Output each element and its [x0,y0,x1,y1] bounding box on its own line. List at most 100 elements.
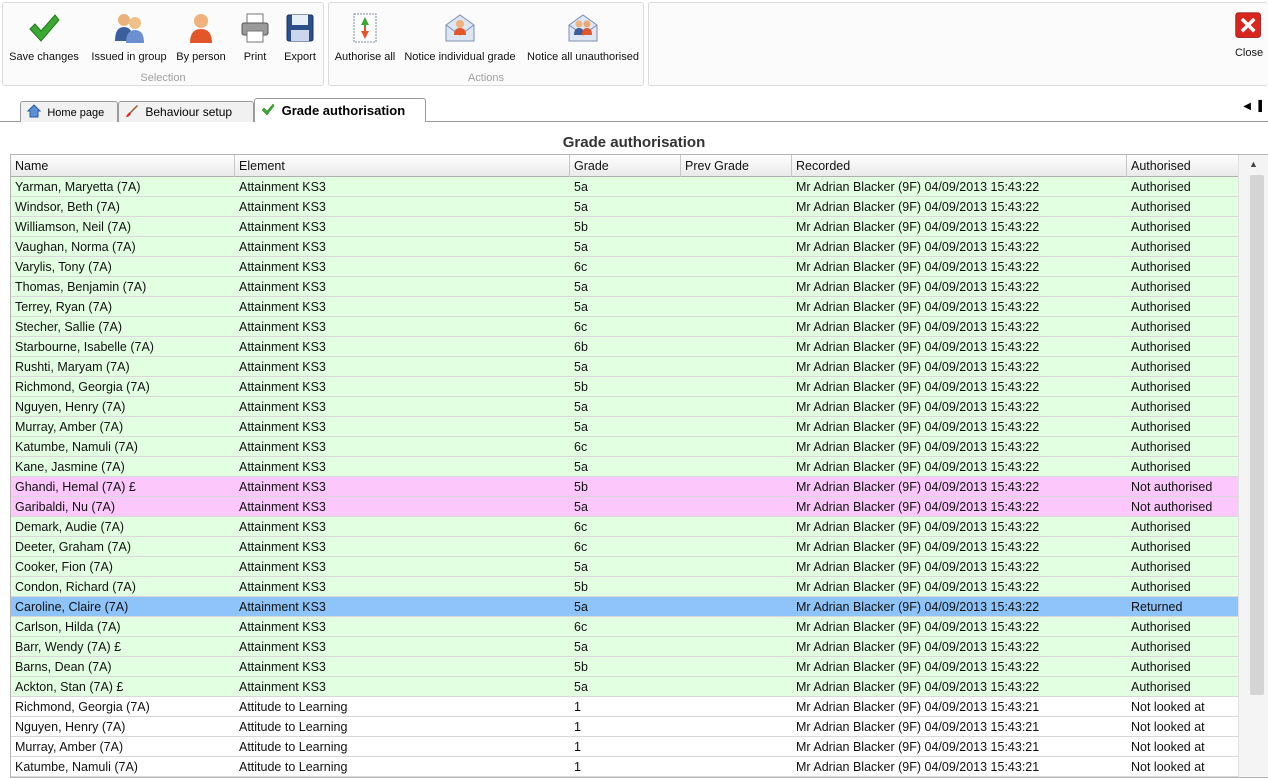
cell-element: Attainment KS3 [239,620,326,634]
export-button[interactable]: Export [279,9,321,67]
vertical-scrollbar[interactable]: ▲ [1238,155,1268,777]
cell-authorised: Authorised [1131,320,1191,334]
cell-recorded: Mr Adrian Blacker (9F) 04/09/2013 15:43:… [796,480,1040,494]
cell-grade: 5b [574,660,588,674]
cell-element: Attainment KS3 [239,500,326,514]
table-row[interactable]: Rushti, Maryam (7A) Attainment KS3 5a Mr Ad… [11,357,1239,377]
table-row[interactable]: Vaughan, Norma (7A) Attainment KS3 5a Mr Ad… [11,237,1239,257]
print-button[interactable]: Print [235,9,275,67]
table-row[interactable]: Terrey, Ryan (7A) Attainment KS3 5a Mr Adri… [11,297,1239,317]
notice-individual-grade-button[interactable]: Notice individual grade [403,9,517,67]
table-row[interactable]: Starbourne, Isabelle (7A) Attainment KS3 6… [11,337,1239,357]
notice-all-unauthorised-button[interactable]: Notice all unauthorised [525,9,641,67]
table-row[interactable]: Kane, Jasmine (7A) Attainment KS3 5a Mr Adr… [11,457,1239,477]
cell-grade: 6c [574,520,588,534]
authorise-all-label: Authorise all [334,51,396,63]
cell-grade: 1 [574,700,581,714]
column-header-recorded[interactable]: Recorded [792,155,1127,177]
home-icon [27,104,41,118]
table-row[interactable]: Cooker, Fion (7A) Attainment KS3 5a Mr Adri… [11,557,1239,577]
cell-grade: 5a [574,300,588,314]
cell-element: Attainment KS3 [239,540,326,554]
cell-element: Attainment KS3 [239,240,326,254]
column-header-prev-grade[interactable]: Prev Grade [681,155,792,177]
cell-grade: 5b [574,380,588,394]
table-row[interactable]: Windsor, Beth (7A) Attainment KS3 5a Mr Adr… [11,197,1239,217]
table-row[interactable]: Condon, Richard (7A) Attainment KS3 5b Mr A… [11,577,1239,597]
close-button[interactable]: Close [1229,9,1268,67]
table-row[interactable]: Richmond, Georgia (7A) Attainment KS3 5b Mr… [11,377,1239,397]
cell-name: Nguyen, Henry (7A) [15,720,126,734]
cell-recorded: Mr Adrian Blacker (9F) 04/09/2013 15:43:… [796,400,1040,414]
cell-name: Murray, Amber (7A) [15,740,124,754]
cell-recorded: Mr Adrian Blacker (9F) 04/09/2013 15:43:… [796,600,1040,614]
cell-authorised: Authorised [1131,640,1191,654]
cell-recorded: Mr Adrian Blacker (9F) 04/09/2013 15:43:… [796,540,1040,554]
cell-recorded: Mr Adrian Blacker (9F) 04/09/2013 15:43:… [796,620,1040,634]
cell-authorised: Authorised [1131,680,1191,694]
cell-recorded: Mr Adrian Blacker (9F) 04/09/2013 15:43:… [796,640,1040,654]
scroll-up-arrow-icon[interactable]: ▲ [1249,159,1258,169]
table-row[interactable]: Ghandi, Hemal (7A) £ Attainment KS3 5b Mr A… [11,477,1239,497]
cell-grade: 6c [574,260,588,274]
table-row[interactable]: Williamson, Neil (7A) Attainment KS3 5b Mr … [11,217,1239,237]
table-row[interactable]: Demark, Audie (7A) Attainment KS3 6c Mr Adr… [11,517,1239,537]
authorise-all-button[interactable]: Authorise all [333,9,397,67]
table-row[interactable]: Murray, Amber (7A) Attitude to Learning 1 M… [11,737,1239,757]
cell-prev-grade [681,297,685,316]
cell-grade: 6c [574,540,588,554]
cell-element: Attainment KS3 [239,480,326,494]
table-row[interactable]: Katumbe, Namuli (7A) Attitude to Learning… [11,757,1239,777]
table-row[interactable]: Thomas, Benjamin (7A) Attainment KS3 5a Mr … [11,277,1239,297]
cell-prev-grade [681,757,685,776]
envelope-person-icon [445,14,475,42]
column-header-grade[interactable]: Grade [570,155,681,177]
cell-name: Carlson, Hilda (7A) [15,620,121,634]
column-header-name[interactable]: Name [11,155,235,177]
cell-recorded: Mr Adrian Blacker (9F) 04/09/2013 15:43:… [796,580,1040,594]
table-row[interactable]: Caroline, Claire (7A) Attainment KS3 5a Mr … [11,597,1239,617]
cell-recorded: Mr Adrian Blacker (9F) 04/09/2013 15:43:… [796,760,1040,774]
table-row[interactable]: Ackton, Stan (7A) £ Attainment KS3 5a Mr Ad… [11,677,1239,697]
table-row[interactable]: Barr, Wendy (7A) £ Attainment KS3 5a Mr Adr… [11,637,1239,657]
table-row[interactable]: Richmond, Georgia (7A) Attitude to Learni… [11,697,1239,717]
grid-title: Grade authorisation [562,134,706,151]
table-row[interactable]: Carlson, Hilda (7A) Attainment KS3 6c Mr Ad… [11,617,1239,637]
cell-grade: 1 [574,720,581,734]
cell-recorded: Mr Adrian Blacker (9F) 04/09/2013 15:43:… [796,340,1040,354]
table-row[interactable]: Deeter, Graham (7A) Attainment KS3 6c Mr Ad… [11,537,1239,557]
table-row[interactable]: Barns, Dean (7A) Attainment KS3 5b Mr Adria… [11,657,1239,677]
cell-recorded: Mr Adrian Blacker (9F) 04/09/2013 15:43:… [796,180,1040,194]
print-label: Print [243,51,267,63]
table-row[interactable]: Yarman, Maryetta (7A) Attainment KS3 5a Mr … [11,177,1239,197]
column-header-authorised[interactable]: Authorised [1127,155,1239,177]
table-row[interactable]: Varylis, Tony (7A) Attainment KS3 6c Mr Adr… [11,257,1239,277]
table-row[interactable]: Stecher, Sallie (7A) Attainment KS3 6c Mr A… [11,317,1239,337]
cell-prev-grade [681,217,685,236]
cell-authorised: Authorised [1131,200,1191,214]
tab-behaviour-setup[interactable]: Behaviour setup [118,101,254,122]
tab-home-page-label: Home page [47,107,105,119]
cell-prev-grade [681,377,685,396]
cell-recorded: Mr Adrian Blacker (9F) 04/09/2013 15:43:… [796,460,1040,474]
tab-home-page[interactable]: Home page [20,101,118,122]
cell-element: Attainment KS3 [239,600,326,614]
issued-in-group-button[interactable]: Issued in group [89,9,169,67]
cell-name: Windsor, Beth (7A) [15,200,120,214]
table-row[interactable]: Nguyen, Henry (7A) Attainment KS3 5a Mr Adr… [11,397,1239,417]
cell-authorised: Not authorised [1131,500,1213,514]
table-row[interactable]: Nguyen, Henry (7A) Attitude to Learning 1 M… [11,717,1239,737]
tab-scroll-arrows[interactable]: ◀▐ [1243,101,1266,112]
cell-grade: 5a [574,420,588,434]
save-changes-button[interactable]: Save changes [7,9,81,67]
table-row[interactable]: Murray, Amber (7A) Attainment KS3 5a Mr Adr… [11,417,1239,437]
cell-grade: 5a [574,600,588,614]
cell-prev-grade [681,317,685,336]
by-person-button[interactable]: By person [173,9,229,67]
column-header-element[interactable]: Element [235,155,570,177]
table-row[interactable]: Katumbe, Namuli (7A) Attainment KS3 6c Mr A… [11,437,1239,457]
cell-element: Attainment KS3 [239,520,326,534]
table-row[interactable]: Garibaldi, Nu (7A) Attainment KS3 5a Mr Adr… [11,497,1239,517]
tab-grade-authorisation[interactable]: Grade authorisation [254,98,426,122]
scrollbar-thumb[interactable] [1250,175,1264,695]
